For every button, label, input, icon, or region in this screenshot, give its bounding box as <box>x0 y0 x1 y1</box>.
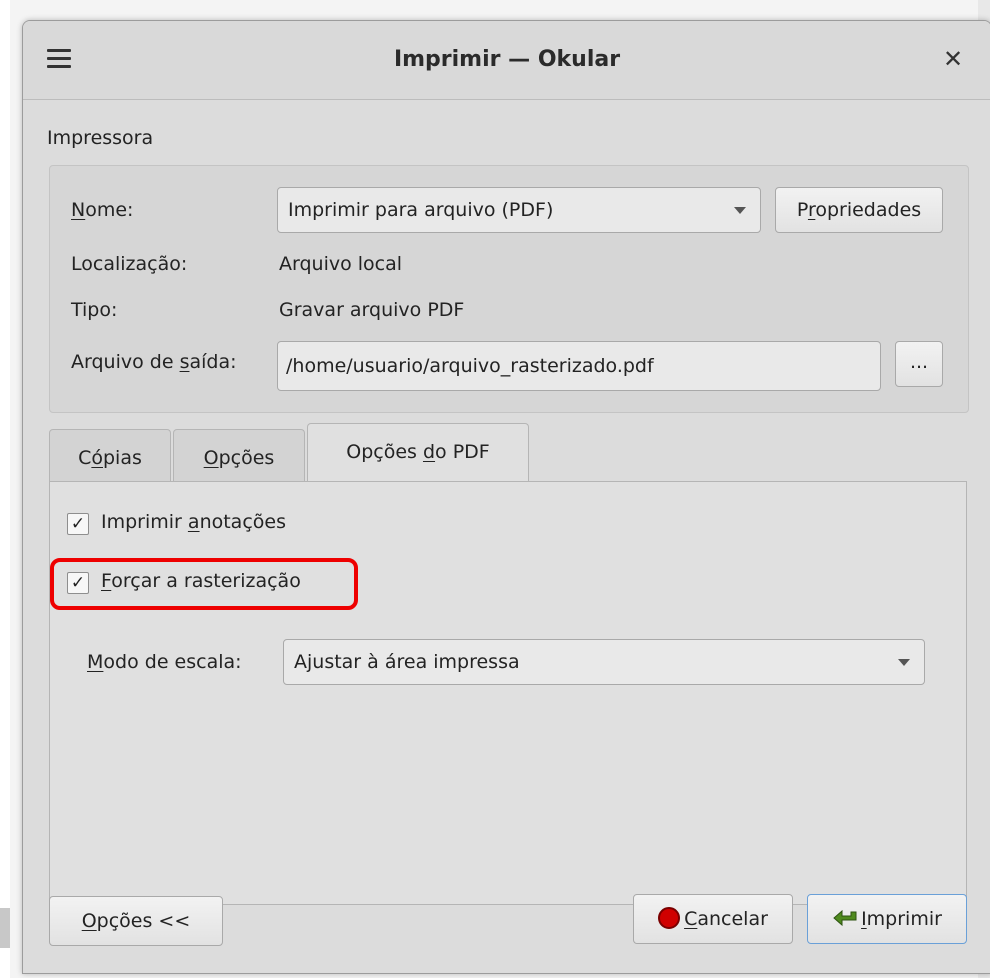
location-label: Localização: <box>71 253 188 275</box>
tab-copias[interactable]: Cópias <box>49 429 171 481</box>
print-dialog: Imprimir — Okular ✕ Impressora Nome: Imp… <box>22 20 990 974</box>
location-value: Arquivo local <box>279 253 403 275</box>
chevron-down-icon <box>898 659 910 666</box>
printer-name-label: Nome: <box>71 199 134 221</box>
printer-section-label: Impressora <box>47 127 154 149</box>
printer-name-combo[interactable]: Imprimir para arquivo (PDF) <box>277 187 761 233</box>
browse-button[interactable]: ... <box>895 341 943 387</box>
force-rasterization-checkbox[interactable]: ✓ <box>67 572 89 594</box>
tab-opcoes[interactable]: Opções <box>173 429 305 481</box>
title-bar: Imprimir — Okular ✕ <box>23 21 990 100</box>
scale-mode-value: Ajustar à área impressa <box>294 651 520 673</box>
stop-icon <box>658 907 681 929</box>
output-file-field[interactable]: /home/usuario/arquivo_rasterizado.pdf <box>277 341 881 391</box>
force-rasterization-label: Forçar a rasterização <box>101 570 301 592</box>
print-button[interactable]: Imprimir <box>807 894 967 944</box>
background-strip <box>0 908 10 948</box>
options-toggle-button[interactable]: Opções << <box>49 896 223 946</box>
scale-mode-combo[interactable]: Ajustar à área impressa <box>283 639 925 685</box>
print-annotations-checkbox[interactable]: ✓ <box>67 513 89 535</box>
menu-icon[interactable] <box>47 49 71 69</box>
tab-opcoes-do-pdf[interactable]: Opções do PDF <box>307 423 529 483</box>
scale-mode-label: Modo de escala: <box>87 651 242 673</box>
window-title: Imprimir — Okular <box>393 47 621 72</box>
enter-arrow-icon <box>833 910 857 927</box>
print-annotations-label: Imprimir anotações <box>101 511 286 533</box>
cancel-button[interactable]: Cancelar <box>633 894 793 944</box>
output-file-value: /home/usuario/arquivo_rasterizado.pdf <box>286 355 654 377</box>
chevron-down-icon <box>734 207 746 214</box>
properties-button[interactable]: Propriedades <box>775 187 943 233</box>
output-file-label: Arquivo de saída: <box>71 351 237 373</box>
type-value: Gravar arquivo PDF <box>279 299 465 321</box>
background-left <box>0 0 10 978</box>
pdf-options-panel <box>49 481 967 905</box>
type-label: Tipo: <box>71 299 118 321</box>
close-icon[interactable]: ✕ <box>937 43 969 75</box>
printer-name-value: Imprimir para arquivo (PDF) <box>288 199 554 221</box>
